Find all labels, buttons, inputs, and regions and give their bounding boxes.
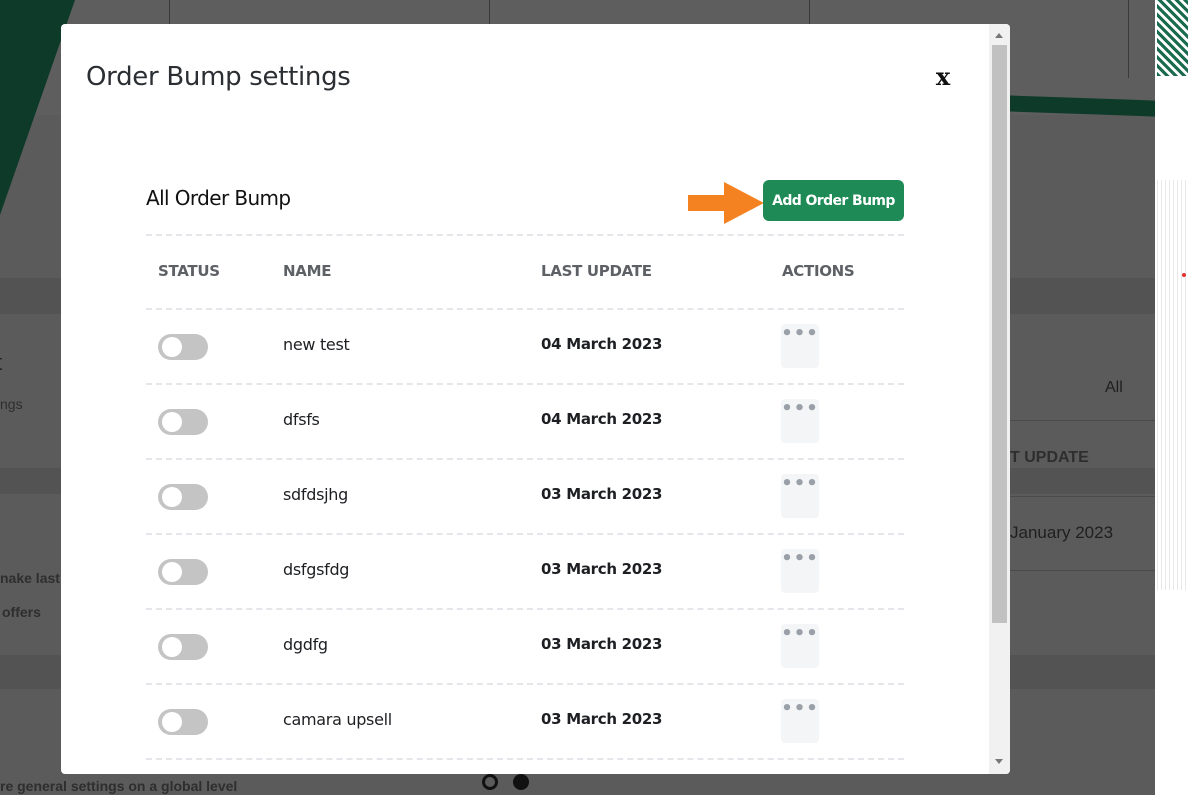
row-name: dgdfg	[283, 635, 328, 654]
scrollbar-thumb[interactable]	[992, 45, 1007, 623]
table-row: camara upsell 03 March 2023 •••	[146, 685, 904, 760]
background-text: All	[1105, 379, 1123, 396]
background-rule	[1008, 496, 1155, 497]
arrow-right-icon	[688, 182, 764, 224]
background-rule	[1008, 420, 1155, 421]
table-row: dfsfs 04 March 2023 •••	[146, 385, 904, 460]
table-row: dgdfg 03 March 2023 •••	[146, 610, 904, 685]
row-name: dsfgsfdg	[283, 560, 350, 579]
toggle-knob	[162, 337, 182, 357]
scroll-down-icon[interactable]	[995, 759, 1003, 764]
status-toggle[interactable]	[158, 334, 208, 360]
status-toggle[interactable]	[158, 634, 208, 660]
toggle-knob	[162, 487, 182, 507]
more-dots-icon[interactable]: •••	[781, 624, 819, 668]
more-dots-icon[interactable]: •••	[781, 324, 819, 368]
table-row: new test 04 March 2023 •••	[146, 310, 904, 385]
table-row: dsfgsfdg 03 March 2023 •••	[146, 535, 904, 610]
close-icon[interactable]: x	[931, 62, 955, 92]
row-last-update: 03 March 2023	[541, 635, 663, 653]
row-last-update: 04 March 2023	[541, 335, 663, 353]
status-toggle[interactable]	[158, 559, 208, 585]
pager-dot[interactable]	[482, 774, 498, 790]
background-rule	[1008, 570, 1155, 571]
background-text: re general settings on a global level	[0, 778, 238, 794]
status-toggle[interactable]	[158, 409, 208, 435]
pager-dot-active[interactable]	[513, 774, 529, 790]
background-text: January 2023	[1010, 523, 1114, 542]
column-header-name[interactable]: NAME	[283, 262, 331, 280]
background-pattern	[1157, 0, 1188, 76]
order-bump-settings-modal: Order Bump settings x All Order Bump Add…	[61, 24, 1010, 774]
column-header-last-update[interactable]: LAST UPDATE	[541, 262, 652, 280]
more-dots-icon[interactable]: •••	[781, 699, 819, 743]
background-text: t	[0, 350, 2, 376]
row-last-update: 04 March 2023	[541, 410, 663, 428]
row-name: sdfdsjhg	[283, 485, 348, 504]
more-dots-icon[interactable]: •••	[781, 399, 819, 443]
table-row: sdfdsjhg 03 March 2023 •••	[146, 460, 904, 535]
status-toggle[interactable]	[158, 709, 208, 735]
row-name: new test	[283, 335, 350, 354]
modal-scrollbar[interactable]	[989, 24, 1010, 774]
background-divider	[169, 0, 170, 24]
more-dots-icon[interactable]: •••	[781, 549, 819, 593]
toggle-knob	[162, 562, 182, 582]
background-red-dot	[1182, 273, 1186, 277]
background-text: T UPDATE	[1010, 449, 1089, 466]
modal-title: Order Bump settings	[86, 62, 351, 92]
row-last-update: 03 March 2023	[541, 710, 663, 728]
table-header: STATUS NAME LAST UPDATE ACTIONS	[146, 234, 904, 310]
section-title: All Order Bump	[146, 186, 291, 210]
column-header-actions: ACTIONS	[782, 262, 855, 280]
order-bump-table: STATUS NAME LAST UPDATE ACTIONS new test…	[146, 234, 904, 760]
row-last-update: 03 March 2023	[541, 485, 663, 503]
add-order-bump-button[interactable]: Add Order Bump	[763, 180, 904, 221]
status-toggle[interactable]	[158, 484, 208, 510]
background-text: nake last	[0, 570, 60, 586]
toggle-knob	[162, 637, 182, 657]
row-last-update: 03 March 2023	[541, 560, 663, 578]
toggle-knob	[162, 712, 182, 732]
background-divider	[1128, 0, 1129, 78]
more-dots-icon[interactable]: •••	[781, 474, 819, 518]
background-text: ngs	[0, 396, 23, 412]
background-text: offers	[2, 604, 41, 620]
column-header-status[interactable]: STATUS	[158, 262, 220, 280]
row-name: dfsfs	[283, 410, 320, 429]
toggle-knob	[162, 412, 182, 432]
background-pattern	[1157, 180, 1188, 590]
row-name: camara upsell	[283, 710, 392, 729]
background-divider	[489, 0, 490, 24]
background-divider	[809, 0, 810, 24]
scroll-up-icon[interactable]	[995, 33, 1003, 38]
